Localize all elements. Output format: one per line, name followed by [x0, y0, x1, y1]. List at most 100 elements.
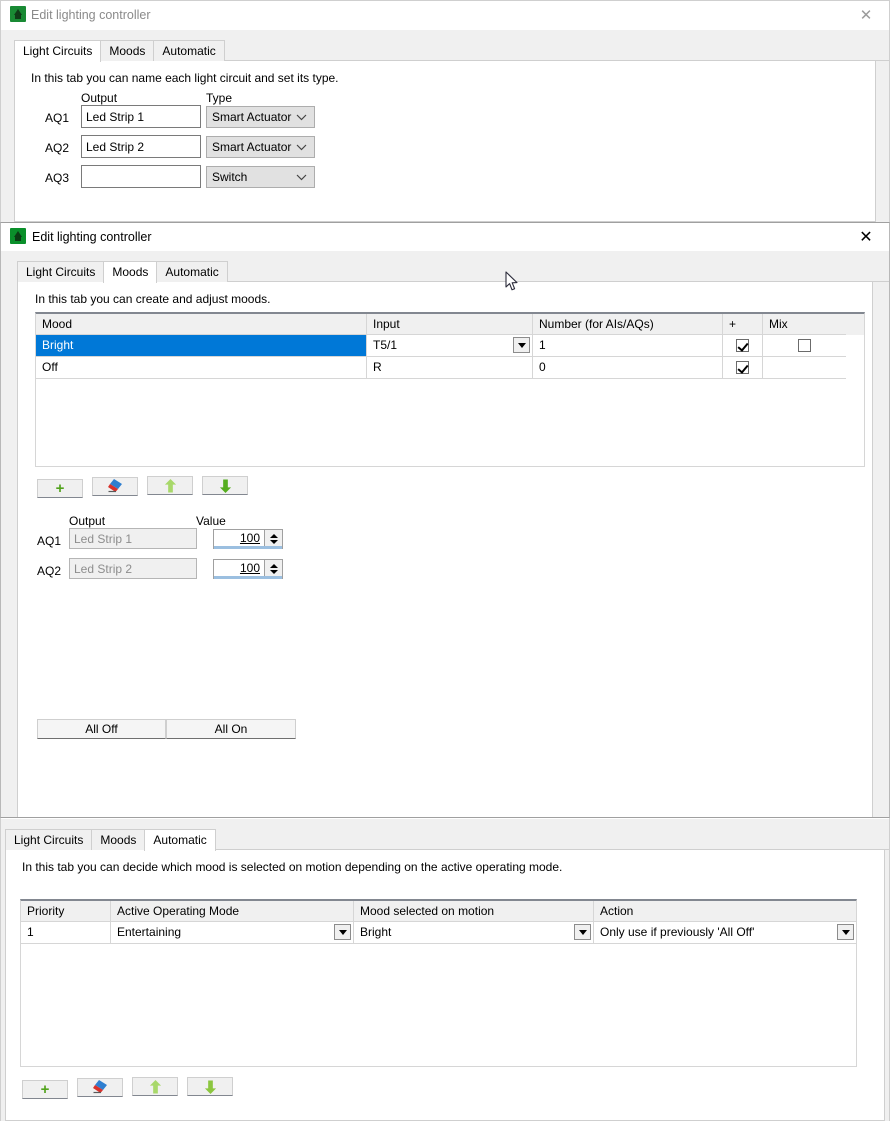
checkbox-plus[interactable]	[736, 339, 749, 353]
window1-row-channel: AQ2	[45, 141, 70, 155]
window1-type-value-aq2: Smart Actuator	[212, 140, 292, 154]
window1-type-select-aq3[interactable]: Switch	[206, 166, 315, 188]
window3-tabstrip: Light Circuits Moods Automatic	[5, 829, 889, 851]
spinner-down-icon[interactable]	[269, 570, 278, 574]
move-mood-down-button[interactable]	[202, 476, 248, 495]
window3-hint: In this tab you can decide which mood is…	[22, 860, 563, 874]
chevron-down-icon[interactable]	[513, 337, 530, 353]
table-row[interactable]: 1 Entertaining Bright Only use if previo…	[21, 922, 856, 944]
automatic-col-mode[interactable]: Active Operating Mode	[111, 901, 354, 922]
arrow-up-icon	[164, 478, 177, 493]
moods-toolbar: +	[37, 476, 257, 498]
window3-body: Light Circuits Moods Automatic In this tab…	[1, 818, 889, 1121]
moods-grid[interactable]: Mood Input Number (for AIs/AQs) + Mix Br…	[35, 312, 865, 467]
mouse-cursor	[505, 271, 519, 291]
chevron-down-icon[interactable]	[574, 924, 591, 940]
window1-type-value-aq1: Smart Actuator	[212, 110, 292, 124]
window1-row-channel: AQ3	[45, 171, 70, 185]
window1-tab-panel: In this tab you can name each light circ…	[14, 61, 876, 222]
window1-row-channel: AQ1	[45, 111, 70, 125]
automatic-cell-priority[interactable]: 1	[21, 922, 111, 944]
moods-col-mix[interactable]: Mix	[763, 314, 846, 335]
checkbox-plus[interactable]	[736, 361, 749, 375]
moods-grid-header: Mood Input Number (for AIs/AQs) + Mix	[36, 314, 864, 335]
moods-value-spinner-aq1[interactable]: 100	[213, 529, 283, 549]
moods-col-input[interactable]: Input	[367, 314, 533, 335]
moods-cell-mood[interactable]: Off	[36, 357, 367, 379]
moods-cell-mix[interactable]	[763, 335, 846, 357]
spinner-up-icon[interactable]	[269, 534, 278, 538]
window1-type-select-aq1[interactable]: Smart Actuator	[206, 106, 315, 128]
arrow-down-icon	[204, 1079, 217, 1094]
move-rule-up-button[interactable]	[132, 1077, 178, 1096]
moods-col-number[interactable]: Number (for AIs/AQs)	[533, 314, 723, 335]
automatic-col-mood[interactable]: Mood selected on motion	[354, 901, 594, 922]
chevron-down-icon	[296, 167, 307, 187]
tab-light-circuits[interactable]: Light Circuits	[14, 40, 102, 62]
chevron-down-icon[interactable]	[334, 924, 351, 940]
moods-cell-plus[interactable]	[723, 357, 763, 379]
delete-rule-button[interactable]	[77, 1078, 123, 1097]
spinner-up-icon[interactable]	[269, 564, 278, 568]
automatic-cell-action[interactable]: Only use if previously 'All Off'	[594, 922, 856, 944]
window2-title: Edit lighting controller	[32, 229, 152, 244]
moods-col-value: Value	[196, 514, 226, 528]
automatic-cell-mood[interactable]: Bright	[354, 922, 594, 944]
tab-automatic[interactable]: Automatic	[156, 261, 228, 282]
table-row[interactable]: Off R 0	[36, 357, 864, 379]
moods-cell-input[interactable]: R	[367, 357, 533, 379]
window1-type-select-aq2[interactable]: Smart Actuator	[206, 136, 315, 158]
window1-output-input-aq2[interactable]	[81, 135, 201, 158]
moods-col-plus[interactable]: +	[723, 314, 763, 335]
moods-cell-number[interactable]: 0	[533, 357, 723, 379]
move-mood-up-button[interactable]	[147, 476, 193, 495]
window1-output-input-aq3[interactable]	[81, 165, 201, 188]
automatic-col-priority[interactable]: Priority	[21, 901, 111, 922]
moods-col-mood[interactable]: Mood	[36, 314, 367, 335]
tab-moods[interactable]: Moods	[103, 261, 158, 283]
app-icon	[10, 228, 26, 244]
moods-value-spinner-aq2[interactable]: 100	[213, 559, 283, 579]
close-icon[interactable]: ✕	[843, 223, 889, 250]
automatic-grid[interactable]: Priority Active Operating Mode Mood sele…	[20, 899, 857, 1067]
move-rule-down-button[interactable]	[187, 1077, 233, 1096]
moods-cell-mix[interactable]	[763, 357, 846, 379]
tab-moods[interactable]: Moods	[91, 829, 146, 850]
app-icon	[10, 6, 26, 22]
tab-automatic[interactable]: Automatic	[144, 829, 216, 851]
chevron-down-icon	[296, 107, 307, 127]
tab-light-circuits[interactable]: Light Circuits	[5, 829, 93, 850]
window-automatic: Light Circuits Moods Automatic In this tab…	[0, 818, 890, 1121]
table-row[interactable]: Bright T5/1 1	[36, 335, 864, 357]
plus-icon: +	[40, 1080, 50, 1098]
window1-hint: In this tab you can name each light circ…	[31, 71, 339, 85]
moods-cell-number[interactable]: 1	[533, 335, 723, 357]
tab-moods[interactable]: Moods	[100, 40, 155, 61]
add-rule-button[interactable]: +	[22, 1079, 68, 1099]
moods-cell-input[interactable]: T5/1	[367, 335, 533, 357]
eraser-icon	[92, 1079, 109, 1097]
automatic-col-action[interactable]: Action	[594, 901, 856, 922]
tab-automatic[interactable]: Automatic	[153, 40, 225, 61]
spinner-down-icon[interactable]	[269, 540, 278, 544]
add-mood-button[interactable]: +	[37, 478, 83, 498]
moods-cell-plus[interactable]	[723, 335, 763, 357]
close-icon[interactable]: ✕	[843, 1, 889, 29]
all-on-button[interactable]: All On	[166, 719, 296, 739]
arrow-down-icon	[219, 478, 232, 493]
window1-titlebar: Edit lighting controller ✕	[1, 1, 889, 29]
value-progress-bar	[214, 546, 282, 549]
automatic-mood-value: Bright	[360, 925, 392, 939]
automatic-action-value: Only use if previously 'All Off'	[600, 925, 755, 939]
moods-cell-mood[interactable]: Bright	[36, 335, 367, 357]
all-off-button[interactable]: All Off	[37, 719, 166, 739]
chevron-down-icon[interactable]	[837, 924, 854, 940]
window-moods-dialog: Edit lighting controller ✕ Light Circuit…	[0, 222, 890, 818]
delete-mood-button[interactable]	[92, 477, 138, 496]
checkbox-mix[interactable]	[798, 339, 811, 353]
tab-light-circuits[interactable]: Light Circuits	[17, 261, 105, 282]
window1-output-input-aq1[interactable]	[81, 105, 201, 128]
window1-col-output: Output	[81, 91, 118, 105]
window2-body: Light Circuits Moods Automatic In this tab…	[1, 250, 889, 817]
automatic-cell-mode[interactable]: Entertaining	[111, 922, 354, 944]
